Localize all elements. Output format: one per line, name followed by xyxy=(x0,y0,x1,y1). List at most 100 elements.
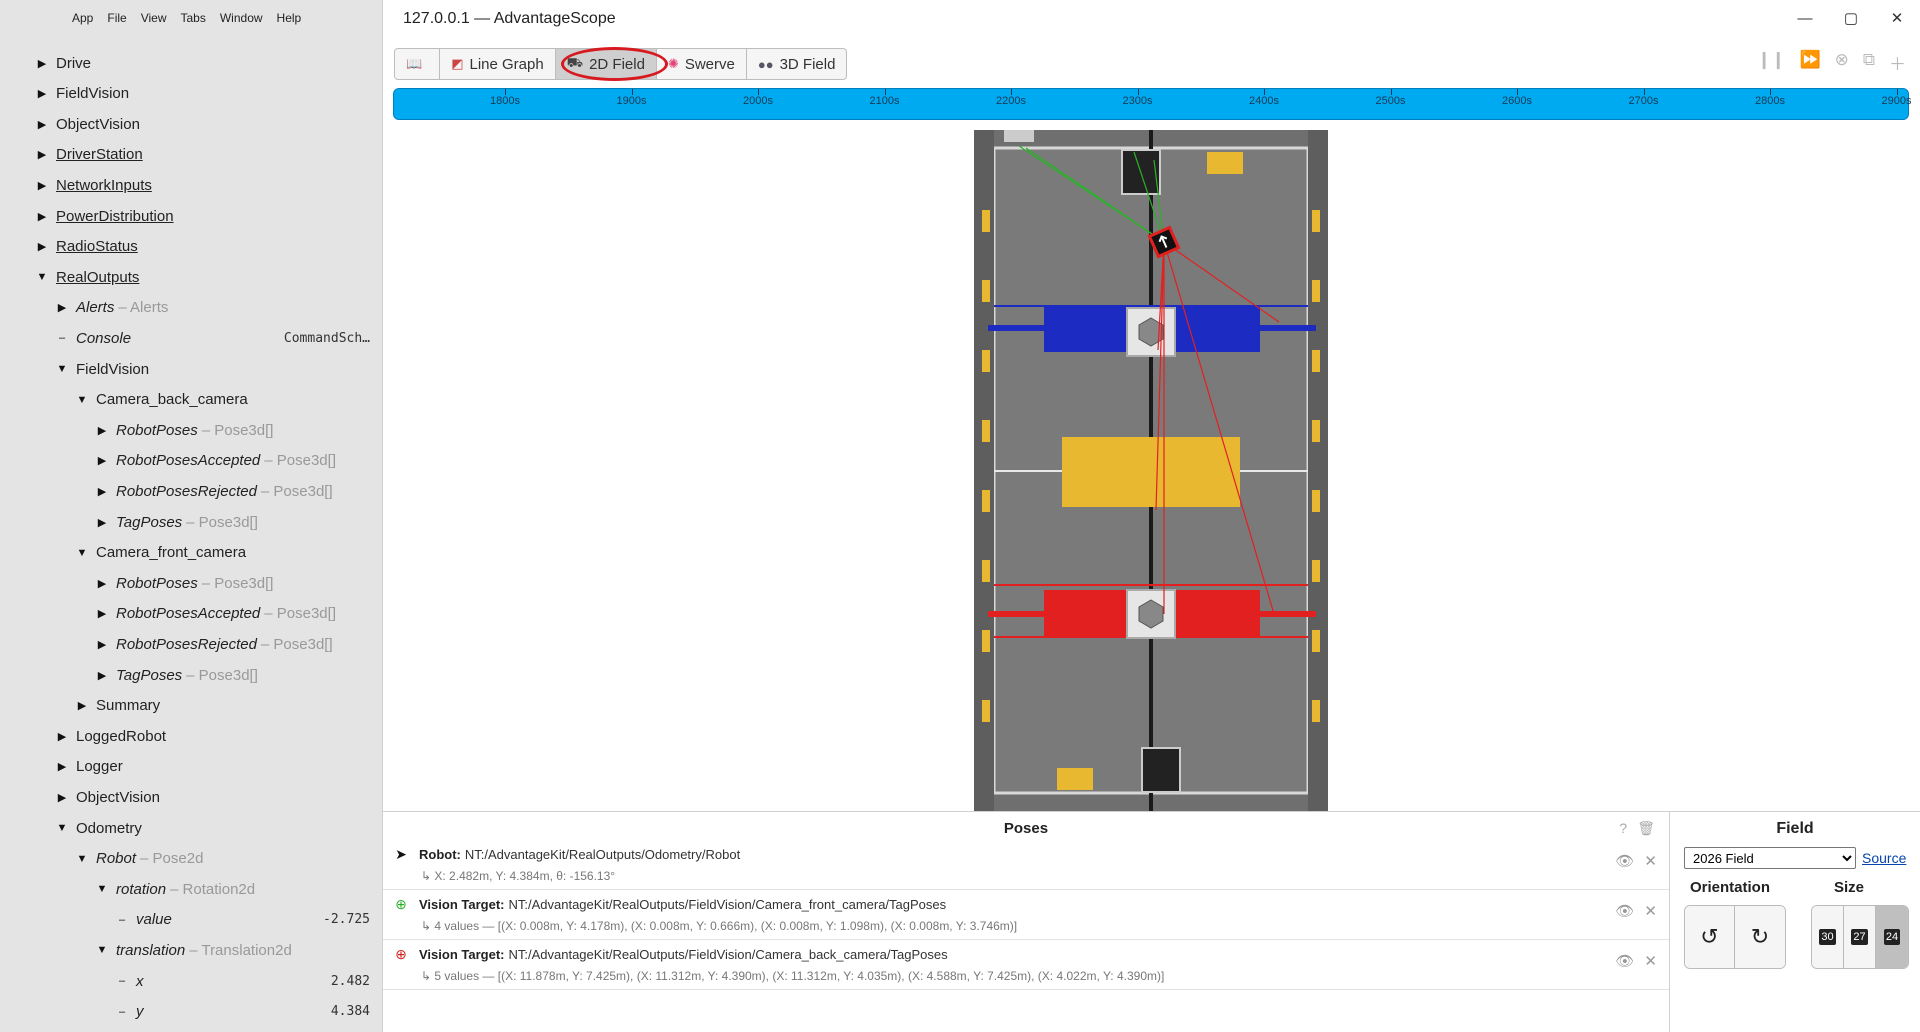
tree-item[interactable]: ▶ Summary xyxy=(0,691,382,721)
tree-item[interactable]: ▶ Alerts – Alerts xyxy=(0,293,382,323)
tree-item[interactable]: ▶ RobotPosesRejected – Pose3d[] xyxy=(0,476,382,506)
tree-item[interactable]: ▶ Drive xyxy=(0,48,382,78)
tree-item[interactable]: ▼ Camera_front_camera xyxy=(0,538,382,568)
pose-source-item[interactable]: ⊕ Vision Target: NT:/AdvantageKit/RealOutp… xyxy=(383,940,1669,990)
field-view[interactable] xyxy=(974,130,1328,811)
expanded-triangle-icon[interactable]: ▼ xyxy=(96,944,108,956)
field-select[interactable]: 2026 Field xyxy=(1684,847,1856,869)
visibility-eye-icon[interactable]: 👁 xyxy=(1615,952,1634,970)
tree-item[interactable]: ▶ RobotPosesAccepted – Pose3d[] xyxy=(0,446,382,476)
tree-item[interactable]: – x 2.482 xyxy=(0,966,382,996)
visibility-eye-icon[interactable]: 👁 xyxy=(1615,902,1634,920)
tab-2d-field[interactable]: ⛟ 2D Field xyxy=(555,49,657,79)
tree-item[interactable]: ▼ FieldVision xyxy=(0,354,382,384)
collapsed-triangle-icon[interactable]: ▶ xyxy=(36,148,48,161)
tab-docs[interactable]: 📖 xyxy=(395,49,441,79)
menu-item-help[interactable]: Help xyxy=(277,11,302,25)
collapsed-triangle-icon[interactable]: ▶ xyxy=(36,118,48,131)
tree-item[interactable]: ▶ TagPoses – Pose3d[] xyxy=(0,660,382,690)
collapsed-triangle-icon[interactable]: ▶ xyxy=(36,210,48,223)
size-30-button[interactable]: 30 xyxy=(1812,906,1844,968)
expanded-triangle-icon[interactable]: ▼ xyxy=(56,363,68,375)
expanded-triangle-icon[interactable]: ▼ xyxy=(76,394,88,406)
collapsed-triangle-icon[interactable]: ▶ xyxy=(56,791,68,804)
tree-item[interactable]: ▶ RobotPosesRejected – Pose3d[] xyxy=(0,629,382,659)
tree-item[interactable]: ▶ RadioStatus xyxy=(0,232,382,262)
menu-item-file[interactable]: File xyxy=(107,11,126,25)
help-icon[interactable]: ? xyxy=(1619,820,1627,837)
remove-icon[interactable]: ✕ xyxy=(1644,852,1657,870)
live-icon[interactable]: ⏩ xyxy=(1799,50,1820,75)
close-tab-icon[interactable]: ⊗ xyxy=(1835,50,1849,75)
collapsed-triangle-icon[interactable]: ▶ xyxy=(76,699,88,712)
expanded-triangle-icon[interactable]: ▼ xyxy=(36,271,48,283)
pause-icon[interactable]: ❙❙ xyxy=(1757,50,1786,75)
tree-item[interactable]: ▼ rotation – Rotation2d xyxy=(0,874,382,904)
tree-item[interactable]: ▼ RealOutputs xyxy=(0,262,382,292)
collapsed-triangle-icon[interactable]: ▶ xyxy=(96,516,108,529)
collapsed-triangle-icon[interactable]: ▶ xyxy=(56,760,68,773)
tree-item[interactable]: ▶ PowerDistribution xyxy=(0,201,382,231)
expanded-triangle-icon[interactable]: ▼ xyxy=(76,853,88,865)
timeline[interactable]: 1800s 1900s 2000s 2100s 2200s 2300s 2400s 2500s… xyxy=(393,88,1911,120)
tree-item[interactable]: ▶ NetworkInputs xyxy=(0,170,382,200)
tree-item[interactable]: ▼ translation – Translation2d xyxy=(0,935,382,965)
tree-item[interactable]: ▼ Robot – Pose2d xyxy=(0,844,382,874)
visibility-eye-icon[interactable]: 👁 xyxy=(1615,852,1634,870)
menu-item-tabs[interactable]: Tabs xyxy=(181,11,206,25)
collapsed-triangle-icon[interactable]: ▶ xyxy=(96,577,108,590)
tab-line-graph[interactable]: ◩ Line Graph xyxy=(440,49,556,79)
menu-item-window[interactable]: Window xyxy=(220,11,263,25)
tree-item[interactable]: ▼ Odometry xyxy=(0,813,382,843)
tree-item[interactable]: ▼ Camera_back_camera xyxy=(0,385,382,415)
remove-icon[interactable]: ✕ xyxy=(1644,952,1657,970)
expanded-triangle-icon[interactable]: ▼ xyxy=(56,822,68,834)
tree-item[interactable]: – y 4.384 xyxy=(0,997,382,1027)
collapsed-triangle-icon[interactable]: ▶ xyxy=(96,638,108,651)
source-link[interactable]: Source xyxy=(1862,850,1906,866)
collapsed-triangle-icon[interactable]: ▶ xyxy=(56,301,68,314)
tree-item[interactable]: ▶ TagPoses – Pose3d[] xyxy=(0,507,382,537)
minimize-icon[interactable]: — xyxy=(1782,0,1828,38)
expanded-triangle-icon[interactable]: ▼ xyxy=(76,547,88,559)
popup-window-icon[interactable]: ⧉ xyxy=(1863,50,1875,75)
collapsed-triangle-icon[interactable]: ▶ xyxy=(36,87,48,100)
collapsed-triangle-icon[interactable]: ▶ xyxy=(96,485,108,498)
close-icon[interactable]: ✕ xyxy=(1874,0,1920,38)
tree-item[interactable]: ▶ RobotPoses – Pose3d[] xyxy=(0,568,382,598)
size-27-button[interactable]: 27 xyxy=(1844,906,1876,968)
menu-item-view[interactable]: View xyxy=(141,11,167,25)
collapsed-triangle-icon[interactable]: ▶ xyxy=(96,669,108,682)
menu-item-app[interactable]: App xyxy=(72,11,93,25)
pose-source-item[interactable]: ➤ Robot: NT:/AdvantageKit/RealOutputs/Odom… xyxy=(383,840,1669,890)
tree-item[interactable]: ▶ RobotPosesAccepted – Pose3d[] xyxy=(0,599,382,629)
maximize-icon[interactable]: ▢ xyxy=(1828,0,1874,38)
collapsed-triangle-icon[interactable]: ▶ xyxy=(36,240,48,253)
collapsed-triangle-icon[interactable]: ▶ xyxy=(36,57,48,70)
pose-source-item[interactable]: ⊕ Vision Target: NT:/AdvantageKit/RealOutp… xyxy=(383,890,1669,940)
collapsed-triangle-icon[interactable]: ▶ xyxy=(96,454,108,467)
tree-item[interactable]: ▶ Logger xyxy=(0,752,382,782)
tree-item[interactable]: ▶ ObjectVision xyxy=(0,109,382,139)
tree-item[interactable]: ▶PathPlanner– Alerts xyxy=(0,1027,382,1032)
tree-item[interactable]: ▶ ObjectVision xyxy=(0,782,382,812)
trash-icon[interactable]: 🗑 xyxy=(1637,820,1655,837)
tree-item[interactable]: – Console CommandSch… xyxy=(0,323,382,353)
collapsed-triangle-icon[interactable]: ▶ xyxy=(56,730,68,743)
add-tab-icon[interactable]: ＋ xyxy=(1889,50,1906,75)
tree-item[interactable]: ▶ DriverStation xyxy=(0,140,382,170)
tree-item[interactable]: – value -2.725 xyxy=(0,905,382,935)
tree-item[interactable]: ▶ RobotPoses – Pose3d[] xyxy=(0,415,382,445)
collapsed-triangle-icon[interactable]: ▶ xyxy=(96,607,108,620)
collapsed-triangle-icon[interactable]: ▶ xyxy=(96,424,108,437)
expanded-triangle-icon[interactable]: ▼ xyxy=(96,883,108,895)
collapsed-triangle-icon[interactable]: ▶ xyxy=(36,179,48,192)
rotate-left-button[interactable]: ↺ xyxy=(1685,906,1735,968)
remove-icon[interactable]: ✕ xyxy=(1644,902,1657,920)
tab-swerve[interactable]: ✺ Swerve xyxy=(657,49,747,79)
rotate-right-button[interactable]: ↻ xyxy=(1735,906,1785,968)
tab-3d-field[interactable]: ●● 3D Field xyxy=(747,49,847,79)
tree-item[interactable]: ▶ FieldVision xyxy=(0,79,382,109)
size-24-button[interactable]: 24 xyxy=(1876,906,1908,968)
tree-item[interactable]: ▶ LoggedRobot xyxy=(0,721,382,751)
